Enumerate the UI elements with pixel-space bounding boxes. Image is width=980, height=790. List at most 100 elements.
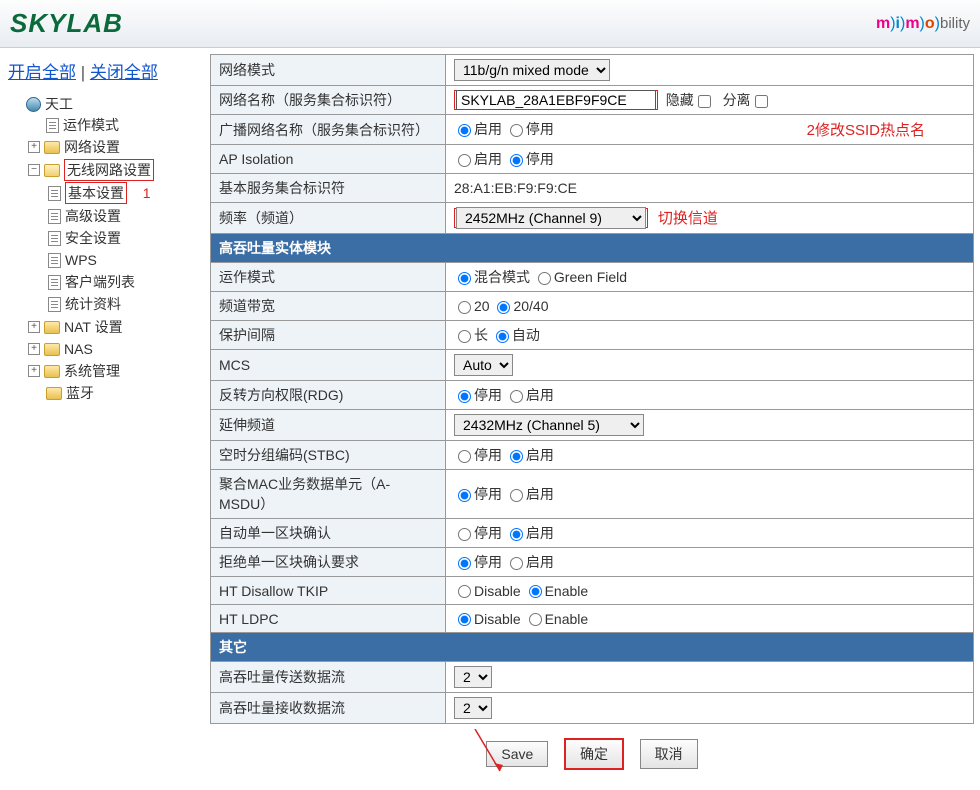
opmode-mixed-radio[interactable] <box>458 272 471 285</box>
gi-long-radio[interactable] <box>458 330 471 343</box>
cancel-button[interactable]: 取消 <box>640 739 698 769</box>
rx-select[interactable]: 2 <box>454 697 492 719</box>
stbc-stop-radio[interactable] <box>458 450 471 463</box>
row-declineba-label: 拒绝单一区块确认要求 <box>211 548 446 577</box>
ssid-annotation: 2修改SSID热点名 <box>807 119 925 140</box>
row-extch-label: 延伸频道 <box>211 410 446 441</box>
folder-icon <box>44 343 60 356</box>
bw-2040-radio[interactable] <box>497 301 510 314</box>
tree-advanced[interactable]: 高级设置 <box>48 206 202 226</box>
row-bssid-val: 28:A1:EB:F9:F9:CE <box>446 174 974 203</box>
tree-controls: 开启全部 | 关闭全部 <box>8 58 202 83</box>
tree-stats[interactable]: 统计资料 <box>48 294 202 314</box>
autoba-start-radio[interactable] <box>510 528 523 541</box>
netmode-select[interactable]: 11b/g/n mixed mode <box>454 59 610 81</box>
bw-20-radio[interactable] <box>458 301 471 314</box>
tree-wireless[interactable]: −无线网路设置 <box>28 159 202 181</box>
tree-root[interactable]: 天工 <box>8 94 202 114</box>
tkip-enable-radio[interactable] <box>529 585 542 598</box>
tree-clients[interactable]: 客户端列表 <box>48 272 202 292</box>
expand-all-link[interactable]: 开启全部 <box>8 63 76 82</box>
ldpc-enable-radio[interactable] <box>529 613 542 626</box>
folder-open-icon <box>44 164 60 177</box>
apiso-disable-radio[interactable] <box>510 154 523 167</box>
row-tkip-label: HT Disallow TKIP <box>211 577 446 605</box>
row-ldpc-label: HT LDPC <box>211 605 446 633</box>
row-broadcast-label: 广播网络名称（服务集合标识符） <box>211 115 446 145</box>
sidebar: 开启全部 | 关闭全部 天工 运作模式 +网络设置 −无线网路设置 基本设置 1… <box>0 54 210 790</box>
broadcast-disable-radio[interactable] <box>510 124 523 137</box>
tree-network[interactable]: +网络设置 <box>28 137 202 157</box>
rdg-stop-radio[interactable] <box>458 390 471 403</box>
rdg-start-radio[interactable] <box>510 390 523 403</box>
globe-icon <box>26 97 41 112</box>
expand-icon[interactable]: + <box>28 365 40 377</box>
autoba-stop-radio[interactable] <box>458 528 471 541</box>
page-icon <box>48 297 61 312</box>
collapse-icon[interactable]: − <box>28 164 40 176</box>
row-broadcast-val: 启用 停用 2修改SSID热点名 <box>446 115 974 145</box>
mcs-select[interactable]: Auto <box>454 354 513 376</box>
config-table: 网络模式 11b/g/n mixed mode 网络名称（服务集合标识符） 隐藏… <box>210 54 974 724</box>
ldpc-disable-radio[interactable] <box>458 613 471 626</box>
mimobility-logo: m)i)m)o)bility <box>876 15 970 33</box>
hide-ssid-checkbox[interactable] <box>698 95 711 108</box>
folder-icon <box>44 321 60 334</box>
tree-system[interactable]: +系统管理 <box>28 361 202 381</box>
row-apiso-val: 启用 停用 <box>446 145 974 174</box>
page-icon <box>48 186 61 201</box>
page-icon <box>46 118 59 133</box>
tree-nas[interactable]: +NAS <box>28 339 202 359</box>
row-freq-label: 频率（频道） <box>211 203 446 234</box>
row-bw-label: 频道带宽 <box>211 292 446 321</box>
amsdu-stop-radio[interactable] <box>458 489 471 502</box>
ssid-input[interactable] <box>456 90 656 110</box>
tree-wps[interactable]: WPS <box>48 250 202 270</box>
tree-basic[interactable]: 基本设置 1 <box>48 182 202 204</box>
row-opmode-label: 运作模式 <box>211 263 446 292</box>
ok-button[interactable]: 确定 <box>564 738 624 770</box>
broadcast-enable-radio[interactable] <box>458 124 471 137</box>
tkip-disable-radio[interactable] <box>458 585 471 598</box>
row-apiso-label: AP Isolation <box>211 145 446 174</box>
folder-icon <box>46 387 62 400</box>
tx-select[interactable]: 2 <box>454 666 492 688</box>
row-gi-label: 保护间隔 <box>211 321 446 350</box>
collapse-all-link[interactable]: 关闭全部 <box>90 63 158 82</box>
freq-select[interactable]: 2452MHz (Channel 9) <box>456 207 646 229</box>
page-icon <box>48 253 61 268</box>
expand-icon[interactable]: + <box>28 321 40 333</box>
opmode-green-radio[interactable] <box>538 272 551 285</box>
section-other: 其它 <box>211 633 974 662</box>
apiso-enable-radio[interactable] <box>458 154 471 167</box>
gi-auto-radio[interactable] <box>496 330 509 343</box>
main-panel: 网络模式 11b/g/n mixed mode 网络名称（服务集合标识符） 隐藏… <box>210 54 980 790</box>
row-ssid-label: 网络名称（服务集合标识符） <box>211 86 446 115</box>
tree-security[interactable]: 安全设置 <box>48 228 202 248</box>
section-ht: 高吞吐量实体模块 <box>211 234 974 263</box>
isolate-checkbox[interactable] <box>755 95 768 108</box>
tree-nat[interactable]: +NAT 设置 <box>28 317 202 337</box>
page-icon <box>48 275 61 290</box>
row-ssid-val: 隐藏 分离 <box>446 86 974 115</box>
extch-select[interactable]: 2432MHz (Channel 5) <box>454 414 644 436</box>
row-netmode-val: 11b/g/n mixed mode <box>446 55 974 86</box>
amsdu-start-radio[interactable] <box>510 489 523 502</box>
tree-bluetooth[interactable]: 蓝牙 <box>28 383 202 403</box>
tree-op-mode[interactable]: 运作模式 <box>28 115 202 135</box>
page-icon <box>48 231 61 246</box>
logo: SKYLAB <box>10 8 123 39</box>
expand-icon[interactable]: + <box>28 343 40 355</box>
row-stbc-label: 空时分组编码(STBC) <box>211 441 446 470</box>
declineba-start-radio[interactable] <box>510 557 523 570</box>
row-amsdu-label: 聚合MAC业务数据单元（A-MSDU） <box>211 470 446 519</box>
folder-icon <box>44 141 60 154</box>
row-tx-label: 高吞吐量传送数据流 <box>211 662 446 693</box>
expand-icon[interactable]: + <box>28 141 40 153</box>
declineba-stop-radio[interactable] <box>458 557 471 570</box>
freq-annotation: 切换信道 <box>658 207 718 228</box>
stbc-start-radio[interactable] <box>510 450 523 463</box>
row-netmode-label: 网络模式 <box>211 55 446 86</box>
row-mcs-label: MCS <box>211 350 446 381</box>
button-row: Save 确定 取消 <box>210 738 974 770</box>
